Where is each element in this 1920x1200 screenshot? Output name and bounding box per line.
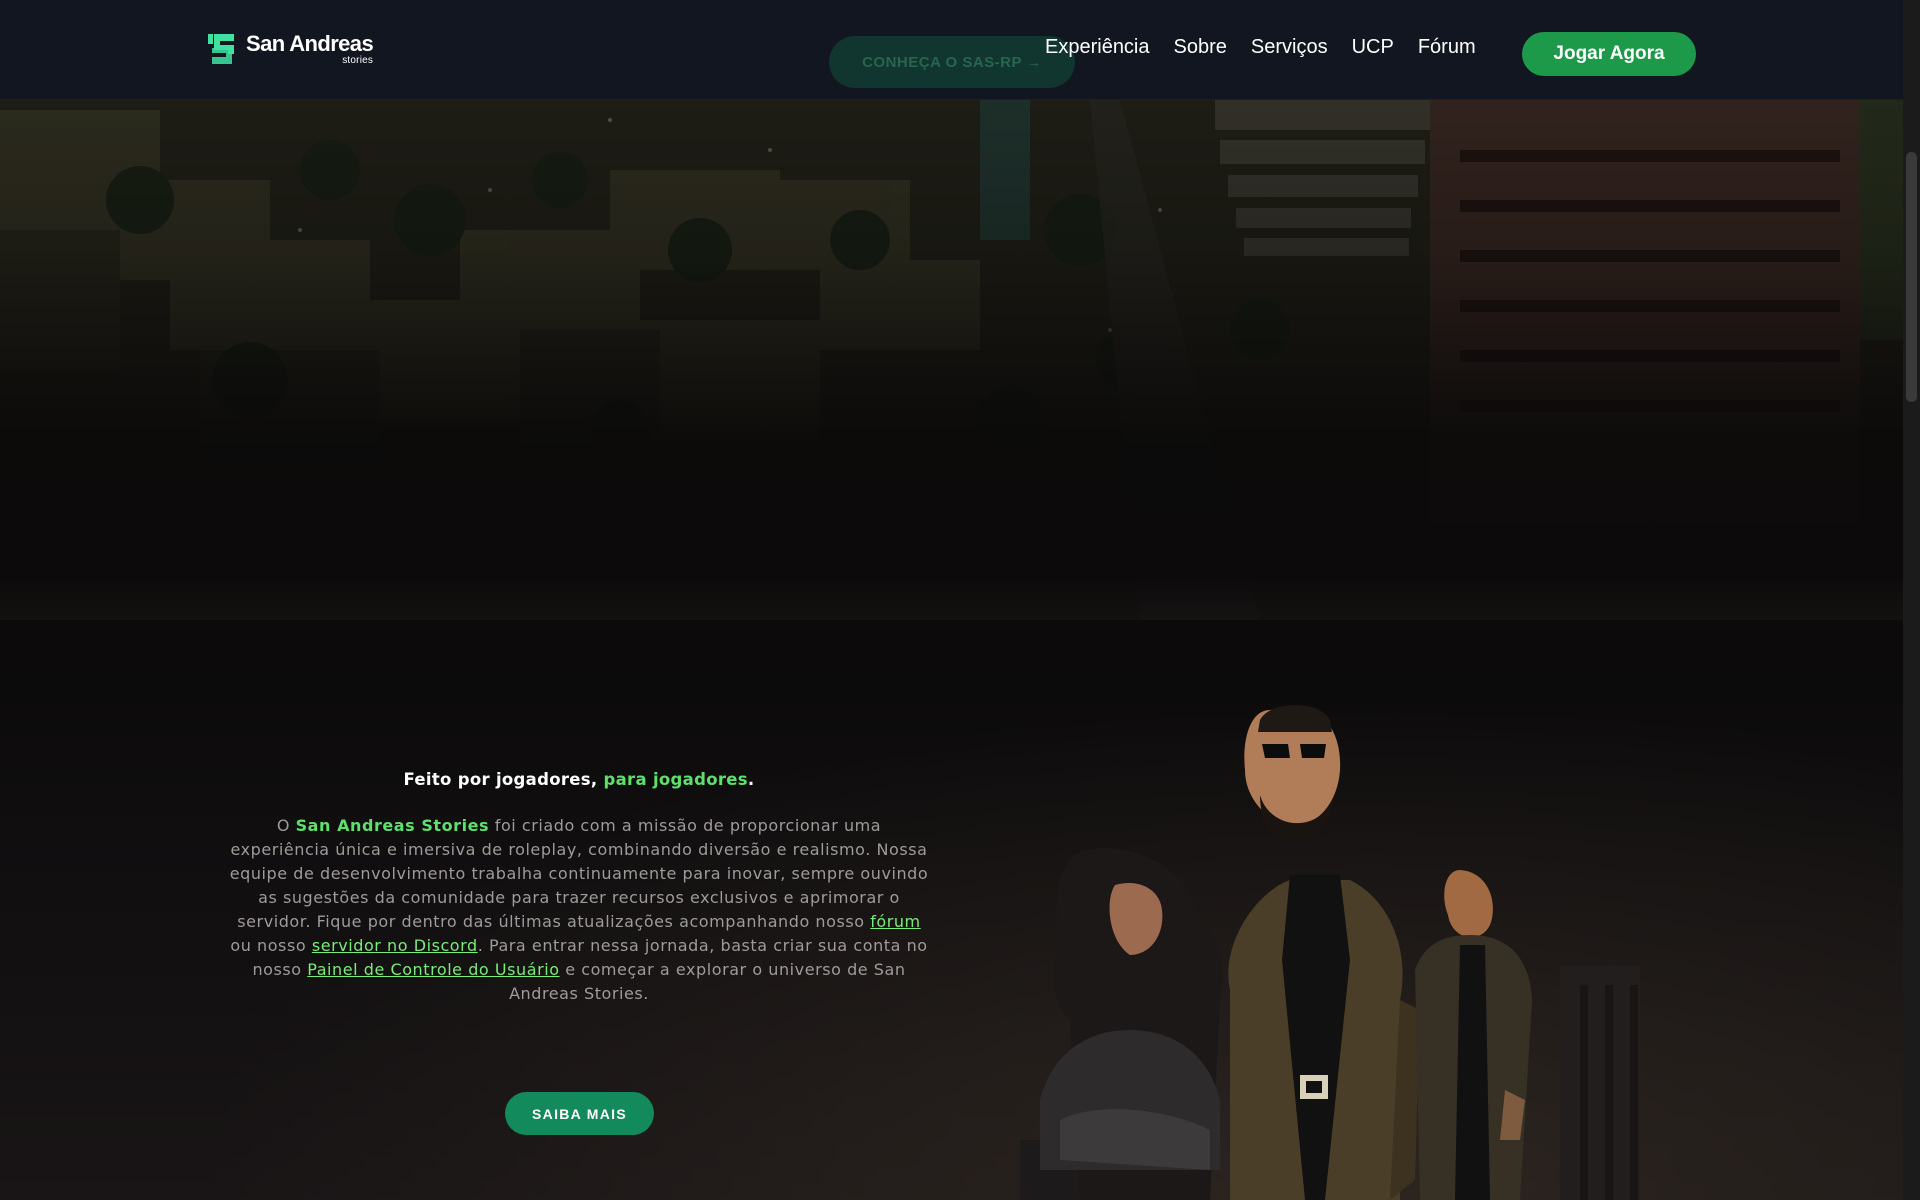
ucp-link[interactable]: Painel de Controle do Usuário	[307, 960, 559, 979]
about-tagline: Feito por jogadores, para jogadores.	[228, 770, 930, 789]
nav-link-sobre[interactable]: Sobre	[1174, 36, 1227, 59]
nav-link-experiencia[interactable]: Experiência	[1045, 36, 1150, 59]
desc-text-2: ou nosso	[230, 936, 312, 955]
learn-more-button[interactable]: SAIBA MAIS	[505, 1092, 654, 1135]
about-section: Feito por jogadores, para jogadores. O S…	[228, 770, 930, 1006]
ghost-cta-button[interactable]: CONHEÇA O SAS-RP →	[829, 36, 1075, 88]
tagline-start: Feito por jogadores,	[403, 770, 604, 789]
page-scrollbar[interactable]	[1903, 0, 1920, 1200]
nav-link-servicos[interactable]: Serviços	[1251, 36, 1328, 59]
scrollbar-thumb[interactable]	[1906, 152, 1917, 402]
tagline-accent: para jogadores	[603, 770, 748, 789]
hero-gradient-overlay	[0, 0, 1903, 720]
hero-section	[0, 0, 1903, 1200]
play-now-button[interactable]: Jogar Agora	[1522, 32, 1696, 76]
tagline-end: .	[747, 770, 755, 789]
logo-subtitle: stories	[342, 54, 374, 66]
brand-logo[interactable]: San Andreas stories	[206, 30, 374, 66]
nav-links: Experiência Sobre Serviços UCP Fórum	[1045, 36, 1476, 59]
characters-illustration	[1020, 705, 1640, 1200]
logo-text: San Andreas stories	[246, 30, 374, 66]
logo-mark-icon	[208, 34, 234, 64]
top-navbar: San Andreas stories CONHEÇA O SAS-RP → E…	[0, 0, 1903, 100]
desc-prefix: O	[276, 816, 296, 835]
nav-link-forum[interactable]: Fórum	[1418, 36, 1476, 59]
logo-title: San Andreas	[246, 30, 374, 56]
nav-link-ucp[interactable]: UCP	[1352, 36, 1394, 59]
about-description: O San Andreas Stories foi criado com a m…	[228, 814, 930, 1006]
forum-link[interactable]: fórum	[870, 912, 920, 931]
discord-link[interactable]: servidor no Discord	[312, 936, 478, 955]
desc-text-4: e começar a explorar o universo de San A…	[509, 960, 906, 1003]
desc-brand: San Andreas Stories	[295, 816, 490, 835]
